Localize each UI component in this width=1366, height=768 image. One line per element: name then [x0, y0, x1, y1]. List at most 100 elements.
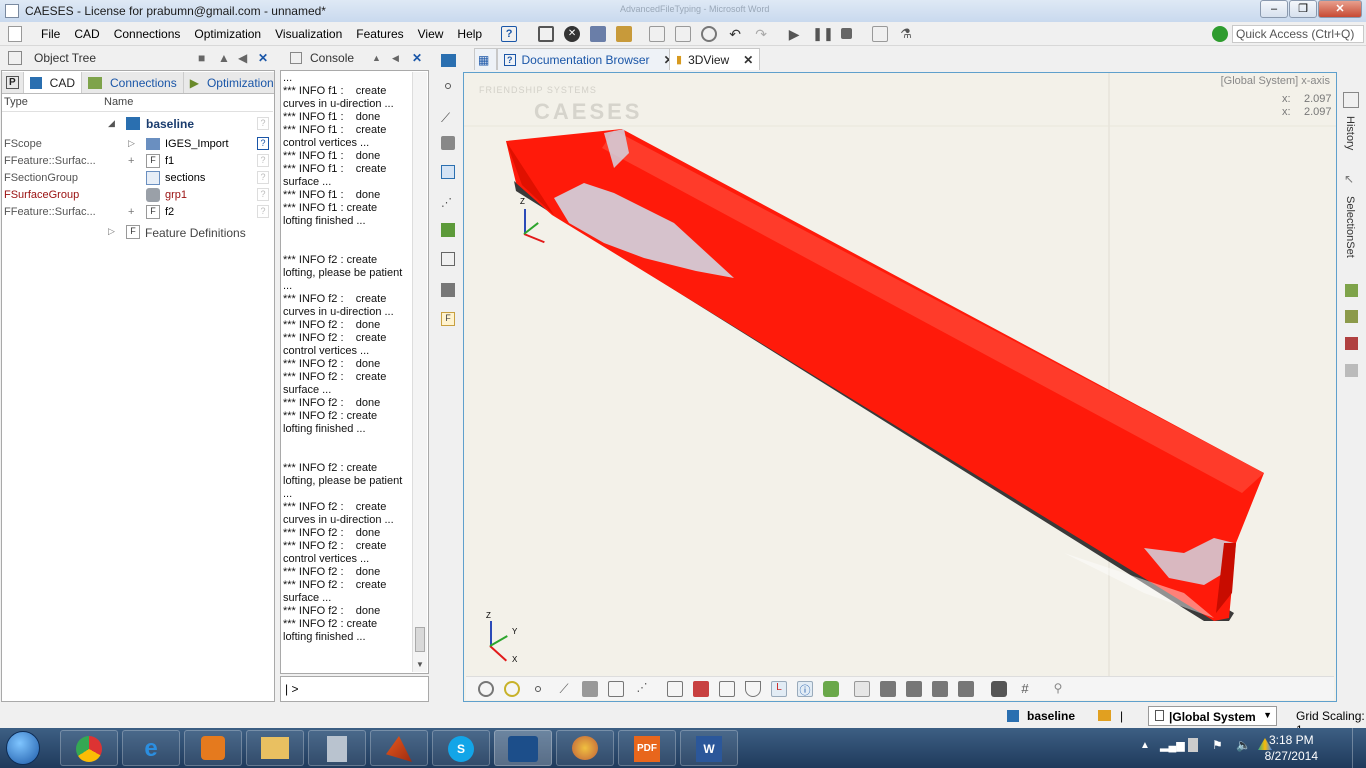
tab-cad[interactable]: CAD [23, 72, 83, 93]
iso-view-icon[interactable] [854, 680, 870, 697]
maximize-button[interactable]: ❐ [1289, 0, 1317, 18]
chrome-app[interactable] [60, 730, 118, 766]
tree-row-iges-import[interactable]: FScope ▷ IGES_Import ? [2, 136, 273, 153]
clock[interactable]: 3:18 PM 8/27/2014 [1265, 732, 1318, 764]
close-tab-icon[interactable]: ✕ [743, 53, 753, 67]
media-app[interactable] [184, 730, 242, 766]
tab-connections[interactable]: Connections [82, 72, 184, 93]
tree-row-baseline[interactable]: ◢ baseline ? [2, 116, 273, 133]
play-icon[interactable]: ▶ [786, 26, 802, 42]
dotted-line-icon[interactable]: ⋰ [441, 196, 455, 210]
flask-icon[interactable]: ⚗ [898, 26, 914, 42]
olive-tool-icon[interactable] [1345, 310, 1358, 323]
column-type[interactable]: Type [4, 96, 28, 108]
start-button[interactable] [6, 731, 40, 765]
console-input[interactable]: | > [280, 676, 429, 702]
wireframe-icon[interactable] [608, 680, 624, 697]
grid-icon[interactable]: # [1017, 681, 1033, 697]
view-cube-3-icon[interactable] [932, 680, 948, 697]
float-icon[interactable]: ■ [198, 51, 205, 65]
save-icon[interactable] [590, 25, 607, 42]
axis-toggle-icon[interactable]: L [771, 680, 787, 697]
scrollbar-thumb[interactable] [415, 627, 425, 652]
expand-plus-icon[interactable]: + [128, 206, 134, 218]
red-tool-icon[interactable] [1345, 337, 1358, 350]
section-icon[interactable] [667, 680, 683, 697]
curve-icon[interactable]: ⟋ [556, 681, 572, 697]
menu-help[interactable]: Help [450, 27, 489, 41]
console-scrollbar[interactable]: ▼ [412, 72, 427, 672]
dotted-icon[interactable]: ⋰ [634, 681, 650, 697]
minimize-button[interactable]: – [1260, 0, 1288, 18]
tree-row-f1[interactable]: FFeature::Surfac... + F f1 ? [2, 153, 273, 170]
word-app[interactable]: W [680, 730, 738, 766]
signal-icon[interactable]: ▂▄▆ [1160, 739, 1185, 752]
folder-icon[interactable] [1098, 710, 1111, 721]
quick-access-input[interactable]: Quick Access (Ctrl+Q) [1232, 25, 1364, 43]
close-panel-icon[interactable]: ✕ [412, 51, 422, 65]
view-cube-1-icon[interactable] [880, 680, 896, 697]
current-scope[interactable]: baseline [1027, 709, 1075, 723]
redo-icon[interactable]: ↷ [753, 26, 769, 42]
scroll-down-icon[interactable]: ▼ [416, 660, 424, 669]
select-arrow-icon[interactable]: ↖ [1344, 172, 1354, 186]
expand-arrow-icon[interactable]: ▷ [108, 226, 115, 237]
stop-icon[interactable] [841, 28, 853, 39]
camera-icon[interactable] [441, 283, 455, 297]
close-button[interactable]: ✕ [1318, 0, 1362, 18]
matlab-app[interactable] [370, 730, 428, 766]
skype-app[interactable]: S [432, 730, 490, 766]
scope-icon[interactable] [441, 252, 455, 266]
collapse-up-icon[interactable]: ▲ [372, 53, 381, 63]
p-tab-icon[interactable]: P [2, 72, 24, 93]
undo-icon[interactable]: ↶ [727, 26, 743, 42]
curve-icon[interactable]: ⟋ [441, 110, 455, 125]
help-icon[interactable]: ? [257, 154, 269, 167]
collapse-arrow-icon[interactable]: ◢ [108, 118, 115, 129]
menu-optimization[interactable]: Optimization [187, 27, 268, 41]
point-icon[interactable] [445, 83, 451, 89]
surface-icon[interactable] [582, 680, 598, 697]
help-icon[interactable]: ? [257, 137, 269, 150]
pause-icon[interactable]: ❚❚ [812, 26, 834, 42]
menu-cad[interactable]: CAD [67, 27, 106, 41]
volume-icon[interactable]: 🔈 [1236, 738, 1251, 752]
menu-file[interactable]: File [34, 27, 67, 41]
selection-set-tab[interactable]: SelectionSet [1344, 196, 1356, 258]
select-icon[interactable] [478, 680, 494, 697]
history-tab[interactable]: History [1344, 116, 1356, 150]
tree-row-feature-definitions[interactable]: ▷ F Feature Definitions [2, 224, 273, 241]
close-panel-icon[interactable]: ✕ [258, 51, 268, 65]
paint-app[interactable] [556, 730, 614, 766]
caeses-app[interactable] [494, 730, 552, 766]
show-hidden-icon[interactable]: ▲ [1140, 740, 1150, 751]
history-icon[interactable] [1343, 92, 1359, 108]
blue-folder-icon[interactable] [441, 54, 456, 67]
explorer-app[interactable] [246, 730, 304, 766]
show-desktop-button[interactable] [1352, 728, 1366, 768]
feature-icon[interactable]: F [441, 312, 455, 326]
tab-3dview[interactable]: ▮ 3DView ✕ [669, 48, 761, 70]
zoom-icon[interactable]: ⚲ [1050, 681, 1066, 697]
menu-view[interactable]: View [411, 27, 451, 41]
column-name[interactable]: Name [104, 96, 133, 108]
pdf-app[interactable]: PDF [618, 730, 676, 766]
tree-row-sections[interactable]: FSectionGroup sections ? [2, 170, 273, 187]
tree-row-grp1[interactable]: FSurfaceGroup grp1 ? [2, 187, 273, 204]
info-icon[interactable]: ⓘ [797, 680, 813, 697]
layout-icon[interactable]: ▦ [474, 48, 497, 70]
expand-arrow-icon[interactable]: ▷ [128, 138, 135, 149]
calculator-app[interactable] [308, 730, 366, 766]
shield-icon[interactable] [745, 680, 761, 697]
surface-icon[interactable] [441, 136, 455, 150]
gray-tool-icon[interactable] [1345, 364, 1358, 377]
help-icon[interactable]: ? [257, 205, 269, 218]
plane-icon[interactable] [441, 165, 455, 179]
green-tool-icon[interactable] [1345, 284, 1358, 297]
collapse-left-icon[interactable]: ◀ [238, 51, 247, 65]
coordinate-system-select[interactable]: |Global System ▼ [1148, 706, 1277, 726]
point-icon[interactable] [535, 685, 541, 692]
grid-cube-icon[interactable] [719, 680, 735, 697]
collapse-up-icon[interactable]: ▲ [218, 51, 230, 65]
view-cube-4-icon[interactable] [958, 680, 974, 697]
